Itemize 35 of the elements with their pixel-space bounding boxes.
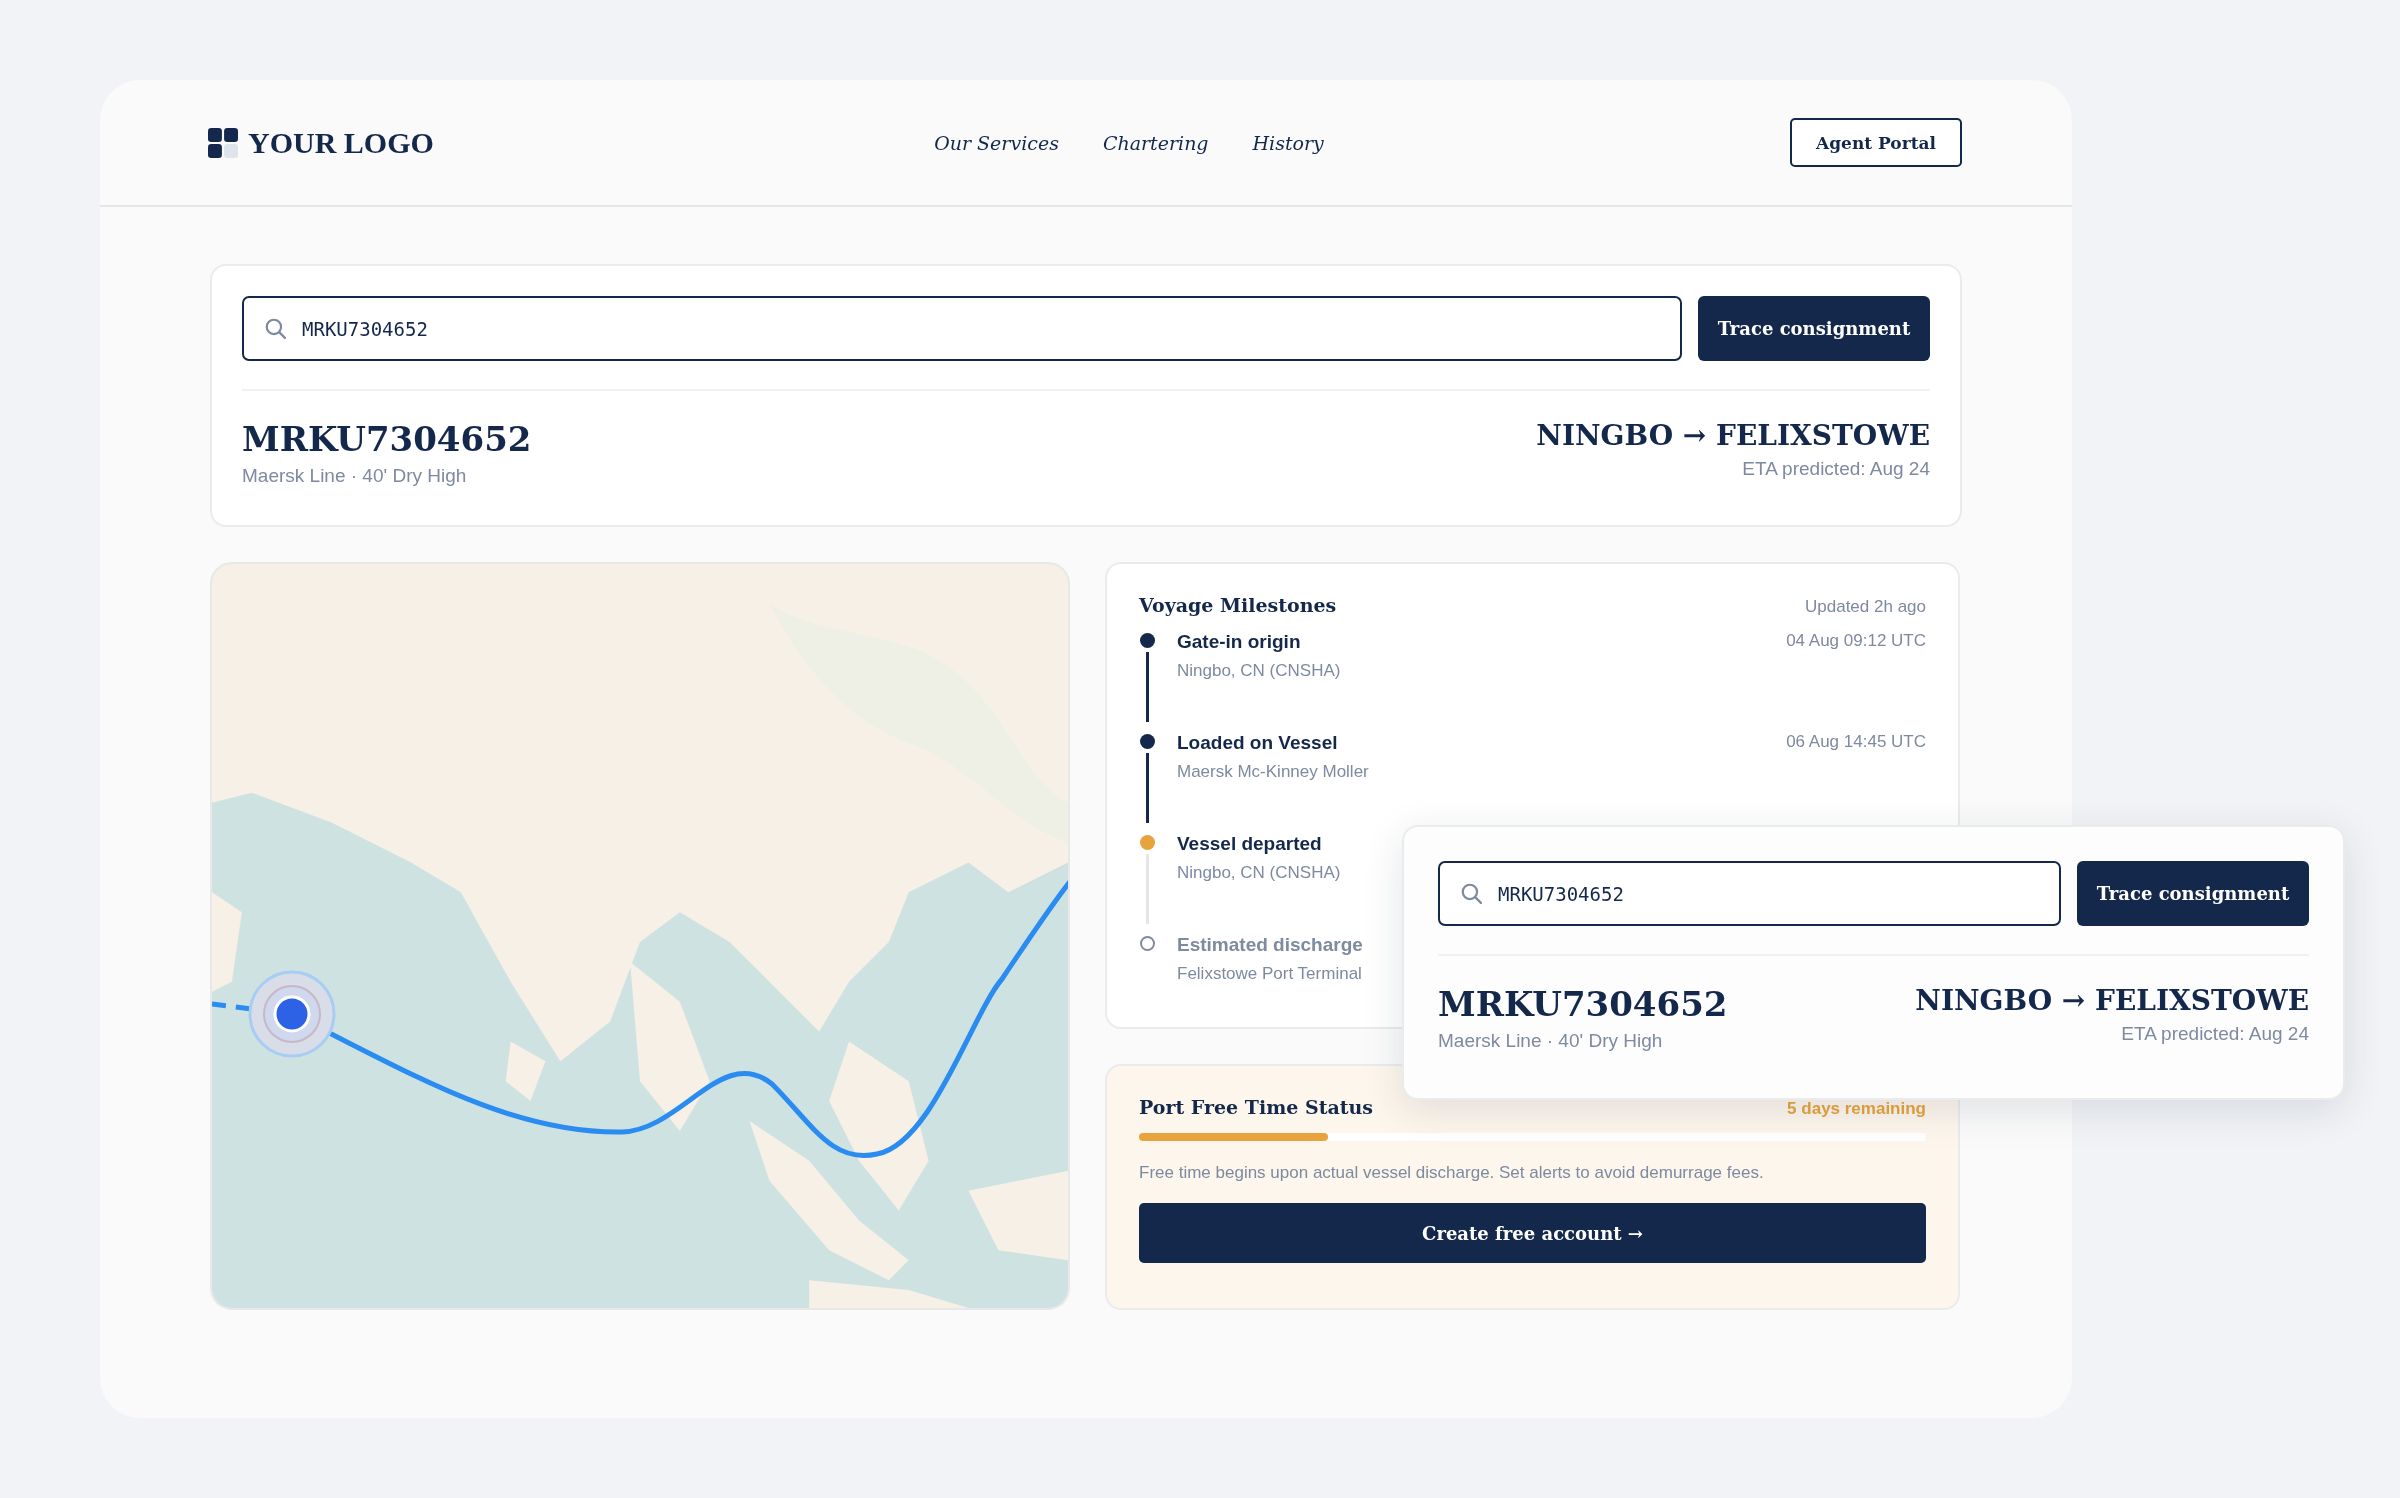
nav-link[interactable]: Our Services [934,131,1059,154]
milestone-time: 04 Aug 09:12 UTC [1786,631,1926,652]
container-id: MRKU7304652 [242,419,532,459]
nav-link[interactable]: History [1252,131,1324,154]
milestone-title: Gate-in origin [1177,631,1302,653]
route-text: NINGBO → FELIXSTOWE [1536,419,1930,452]
eta-text: ETA predicted: Aug 24 [2121,1023,2309,1045]
create-account-button[interactable]: Create free account → [1139,1203,1926,1263]
card-title: Port Free Time Status [1139,1096,1374,1118]
container-details: Maersk Line · 40' Dry High [1438,1030,1664,1052]
milestone-time: 06 Aug 14:45 UTC [1786,732,1926,753]
trace-consignment-button[interactable]: Trace consignment [2077,861,2309,926]
trace-consignment-button[interactable]: Trace consignment [1698,296,1930,361]
container-details: Maersk Line · 40' Dry High [242,465,468,487]
milestone-title: Loaded on Vessel [1177,732,1339,754]
route-text: NINGBO → FELIXSTOWE [1915,984,2309,1017]
logo-icon [208,127,238,158]
eta-text: ETA predicted: Aug 24 [1742,458,1930,480]
card-title: Voyage Milestones [1139,594,1337,616]
location-pin-icon [248,970,336,1058]
search-field[interactable]: MRKU7304652 [242,296,1682,361]
milestone-place: Ningbo, CN (CNSHA) [1177,661,1342,681]
remaining-text: 5 days remaining [1787,1099,1926,1119]
milestone-place: Maersk Mc-Kinney Moller [1177,762,1370,782]
search-field[interactable]: MRKU7304652 [1438,861,2061,926]
milestone-place: Ningbo, CN (CNSHA) [1177,863,1342,883]
milestone-title: Vessel departed [1177,833,1323,855]
logo-text: YOUR LOGO [248,125,434,160]
milestone-title: Estimated discharge [1177,934,1364,956]
milestone-place: Felixstowe Port Terminal [1177,964,1363,984]
note-text: Free time begins upon actual vessel discharge. Set alerts to avoid demurrage fees. [1139,1163,1765,1183]
updated-text: Updated 2h ago [1805,597,1926,617]
nav-link[interactable]: Chartering [1102,131,1209,154]
agent-portal-button[interactable]: Agent Portal [1790,118,1962,167]
container-id: MRKU7304652 [1438,984,1728,1024]
